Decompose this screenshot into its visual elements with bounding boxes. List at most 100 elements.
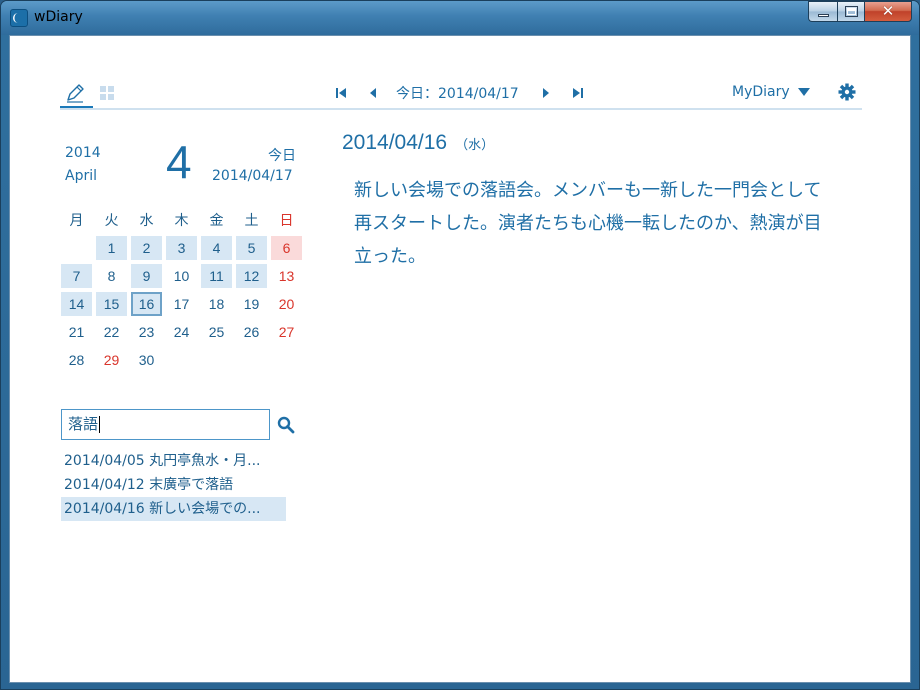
minimize-button[interactable] — [808, 1, 837, 22]
client-area: 今日：2014/04/17 MyDiary 2014 April 4 今日 20… — [9, 35, 911, 683]
close-button[interactable]: ✕ — [864, 1, 912, 22]
calendar-day[interactable]: 13 — [271, 264, 302, 288]
calendar-day[interactable]: 3 — [166, 236, 197, 260]
search-result-item[interactable]: 2014/04/05 丸円亭魚水・月... — [61, 449, 286, 473]
calendar-day[interactable]: 25 — [201, 320, 232, 344]
calendar-day[interactable]: 21 — [61, 320, 92, 344]
search-result-item[interactable]: 2014/04/16 新しい会場での... — [61, 497, 286, 521]
calendar-day[interactable]: 15 — [96, 292, 127, 316]
diary-name: MyDiary — [732, 84, 790, 100]
calendar-day[interactable]: 8 — [96, 264, 127, 288]
calendar-empty-cell — [236, 348, 267, 372]
entry-date: 2014/04/16 （水） — [342, 131, 494, 155]
entry-body[interactable]: 新しい会場での落語会。メンバーも一新した一門会として再スタートした。演者たちも心… — [354, 174, 830, 273]
settings-button[interactable] — [837, 82, 857, 102]
calendar-year: 2014 — [65, 145, 101, 161]
weekday-label: 金 — [209, 212, 224, 228]
window-title: wDiary — [34, 9, 83, 25]
entry-date-text: 2014/04/16 — [342, 131, 448, 154]
calendar-day[interactable]: 4 — [201, 236, 232, 260]
calendar-day[interactable]: 18 — [201, 292, 232, 316]
app-icon[interactable] — [10, 9, 28, 27]
calendar-weekday-header: 月火水木金土日 — [61, 206, 306, 234]
weekday-label: 水 — [139, 212, 154, 228]
calendar-day[interactable]: 24 — [166, 320, 197, 344]
first-entry-button[interactable] — [330, 83, 352, 103]
weekday-label: 月 — [69, 212, 84, 228]
weekday-label: 木 — [174, 212, 189, 228]
calendar-month-number: 4 — [166, 136, 192, 188]
calendar-day[interactable]: 19 — [236, 292, 267, 316]
calendar-week: 21 22 23 24 25 26 27 — [61, 318, 306, 346]
weekday-label: 土 — [244, 212, 259, 228]
list-view-tab[interactable] — [100, 85, 114, 100]
skip-first-icon — [336, 88, 346, 98]
gear-icon — [838, 83, 856, 101]
calendar-week: 7 8 9 10 11 12 13 — [61, 262, 306, 290]
chevron-right-icon — [542, 88, 549, 98]
calendar-day[interactable]: 17 — [166, 292, 197, 316]
calendar-day[interactable]: 20 — [271, 292, 302, 316]
calendar-day[interactable]: 23 — [131, 320, 162, 344]
caret-down-icon — [797, 88, 810, 96]
skip-last-icon — [572, 88, 583, 98]
calendar-empty-cell — [271, 348, 302, 372]
calendar-day[interactable]: 2 — [131, 236, 162, 260]
title-bar[interactable]: wDiary ✕ — [1, 1, 919, 35]
calendar-day[interactable]: 22 — [96, 320, 127, 344]
app-window: wDiary ✕ 今日：2014/04/17 MyDiary 2014 Apri… — [0, 0, 920, 690]
calendar-day[interactable]: 7 — [61, 264, 92, 288]
calendar-day[interactable]: 29 — [96, 348, 127, 372]
maximize-button[interactable] — [837, 1, 864, 22]
calendar-day[interactable]: 26 — [236, 320, 267, 344]
calendar-empty-cell — [166, 348, 197, 372]
date-navigation: 今日：2014/04/17 — [330, 82, 589, 104]
search-result-item[interactable]: 2014/04/12 末廣亭で落語 — [61, 473, 286, 497]
calendar-week: 123456 — [61, 234, 306, 262]
window-controls: ✕ — [808, 1, 912, 23]
today-button[interactable]: 今日：2014/04/17 — [396, 83, 519, 103]
calendar-day[interactable]: 14 — [61, 292, 92, 316]
minimize-icon — [818, 14, 829, 17]
weekday-label: 火 — [104, 212, 119, 228]
close-icon: ✕ — [881, 2, 895, 20]
calendar-day[interactable]: 16 — [131, 292, 162, 316]
active-tab-indicator — [60, 106, 93, 108]
text-cursor — [99, 416, 101, 433]
edit-tab[interactable] — [64, 83, 88, 105]
calendar-day[interactable]: 1 — [96, 236, 127, 260]
search-results-list: 2014/04/05 丸円亭魚水・月... 2014/04/12 末廣亭で落語 20… — [61, 449, 286, 521]
calendar-today-label[interactable]: 今日 — [268, 145, 296, 165]
calendar-day[interactable]: 10 — [166, 264, 197, 288]
calendar-week: 28 29 30 — [61, 346, 306, 374]
calendar-empty-cell — [201, 348, 232, 372]
diary-selector[interactable]: MyDiary — [732, 84, 810, 100]
previous-entry-button[interactable] — [362, 83, 384, 103]
search-input-value: 落語 — [68, 415, 99, 433]
calendar-day[interactable]: 30 — [131, 348, 162, 372]
weekday-label: 日 — [279, 212, 294, 228]
calendar-day[interactable]: 5 — [236, 236, 267, 260]
calendar-grid: 月火水木金土日 1 2 3 4 5 6 7 8 9 10 11 12 13 14 15 16 17 18 19 20 21… — [61, 206, 306, 374]
entry-weekday: （水） — [455, 138, 495, 153]
search-button[interactable] — [277, 416, 295, 434]
calendar-month-name: April — [65, 168, 97, 184]
calendar-day[interactable]: 12 — [236, 264, 267, 288]
calendar-week: 14 15 16 17 18 19 20 — [61, 290, 306, 318]
pencil-icon — [67, 84, 84, 103]
next-entry-button[interactable] — [535, 83, 557, 103]
search-input[interactable]: 落語 — [61, 409, 270, 440]
calendar-day[interactable]: 9 — [131, 264, 162, 288]
grid-icon — [100, 86, 114, 100]
calendar-day[interactable]: 27 — [271, 320, 302, 344]
chevron-left-icon — [370, 88, 376, 98]
calendar-empty-cell — [61, 236, 92, 260]
calendar-day[interactable]: 6 — [271, 236, 302, 260]
last-entry-button[interactable] — [567, 83, 589, 103]
maximize-icon — [845, 6, 858, 17]
calendar-day[interactable]: 11 — [201, 264, 232, 288]
toolbar: 今日：2014/04/17 MyDiary — [60, 78, 862, 110]
search-icon — [277, 416, 295, 434]
calendar-day[interactable]: 28 — [61, 348, 92, 372]
calendar-today-date[interactable]: 2014/04/17 — [212, 168, 293, 184]
